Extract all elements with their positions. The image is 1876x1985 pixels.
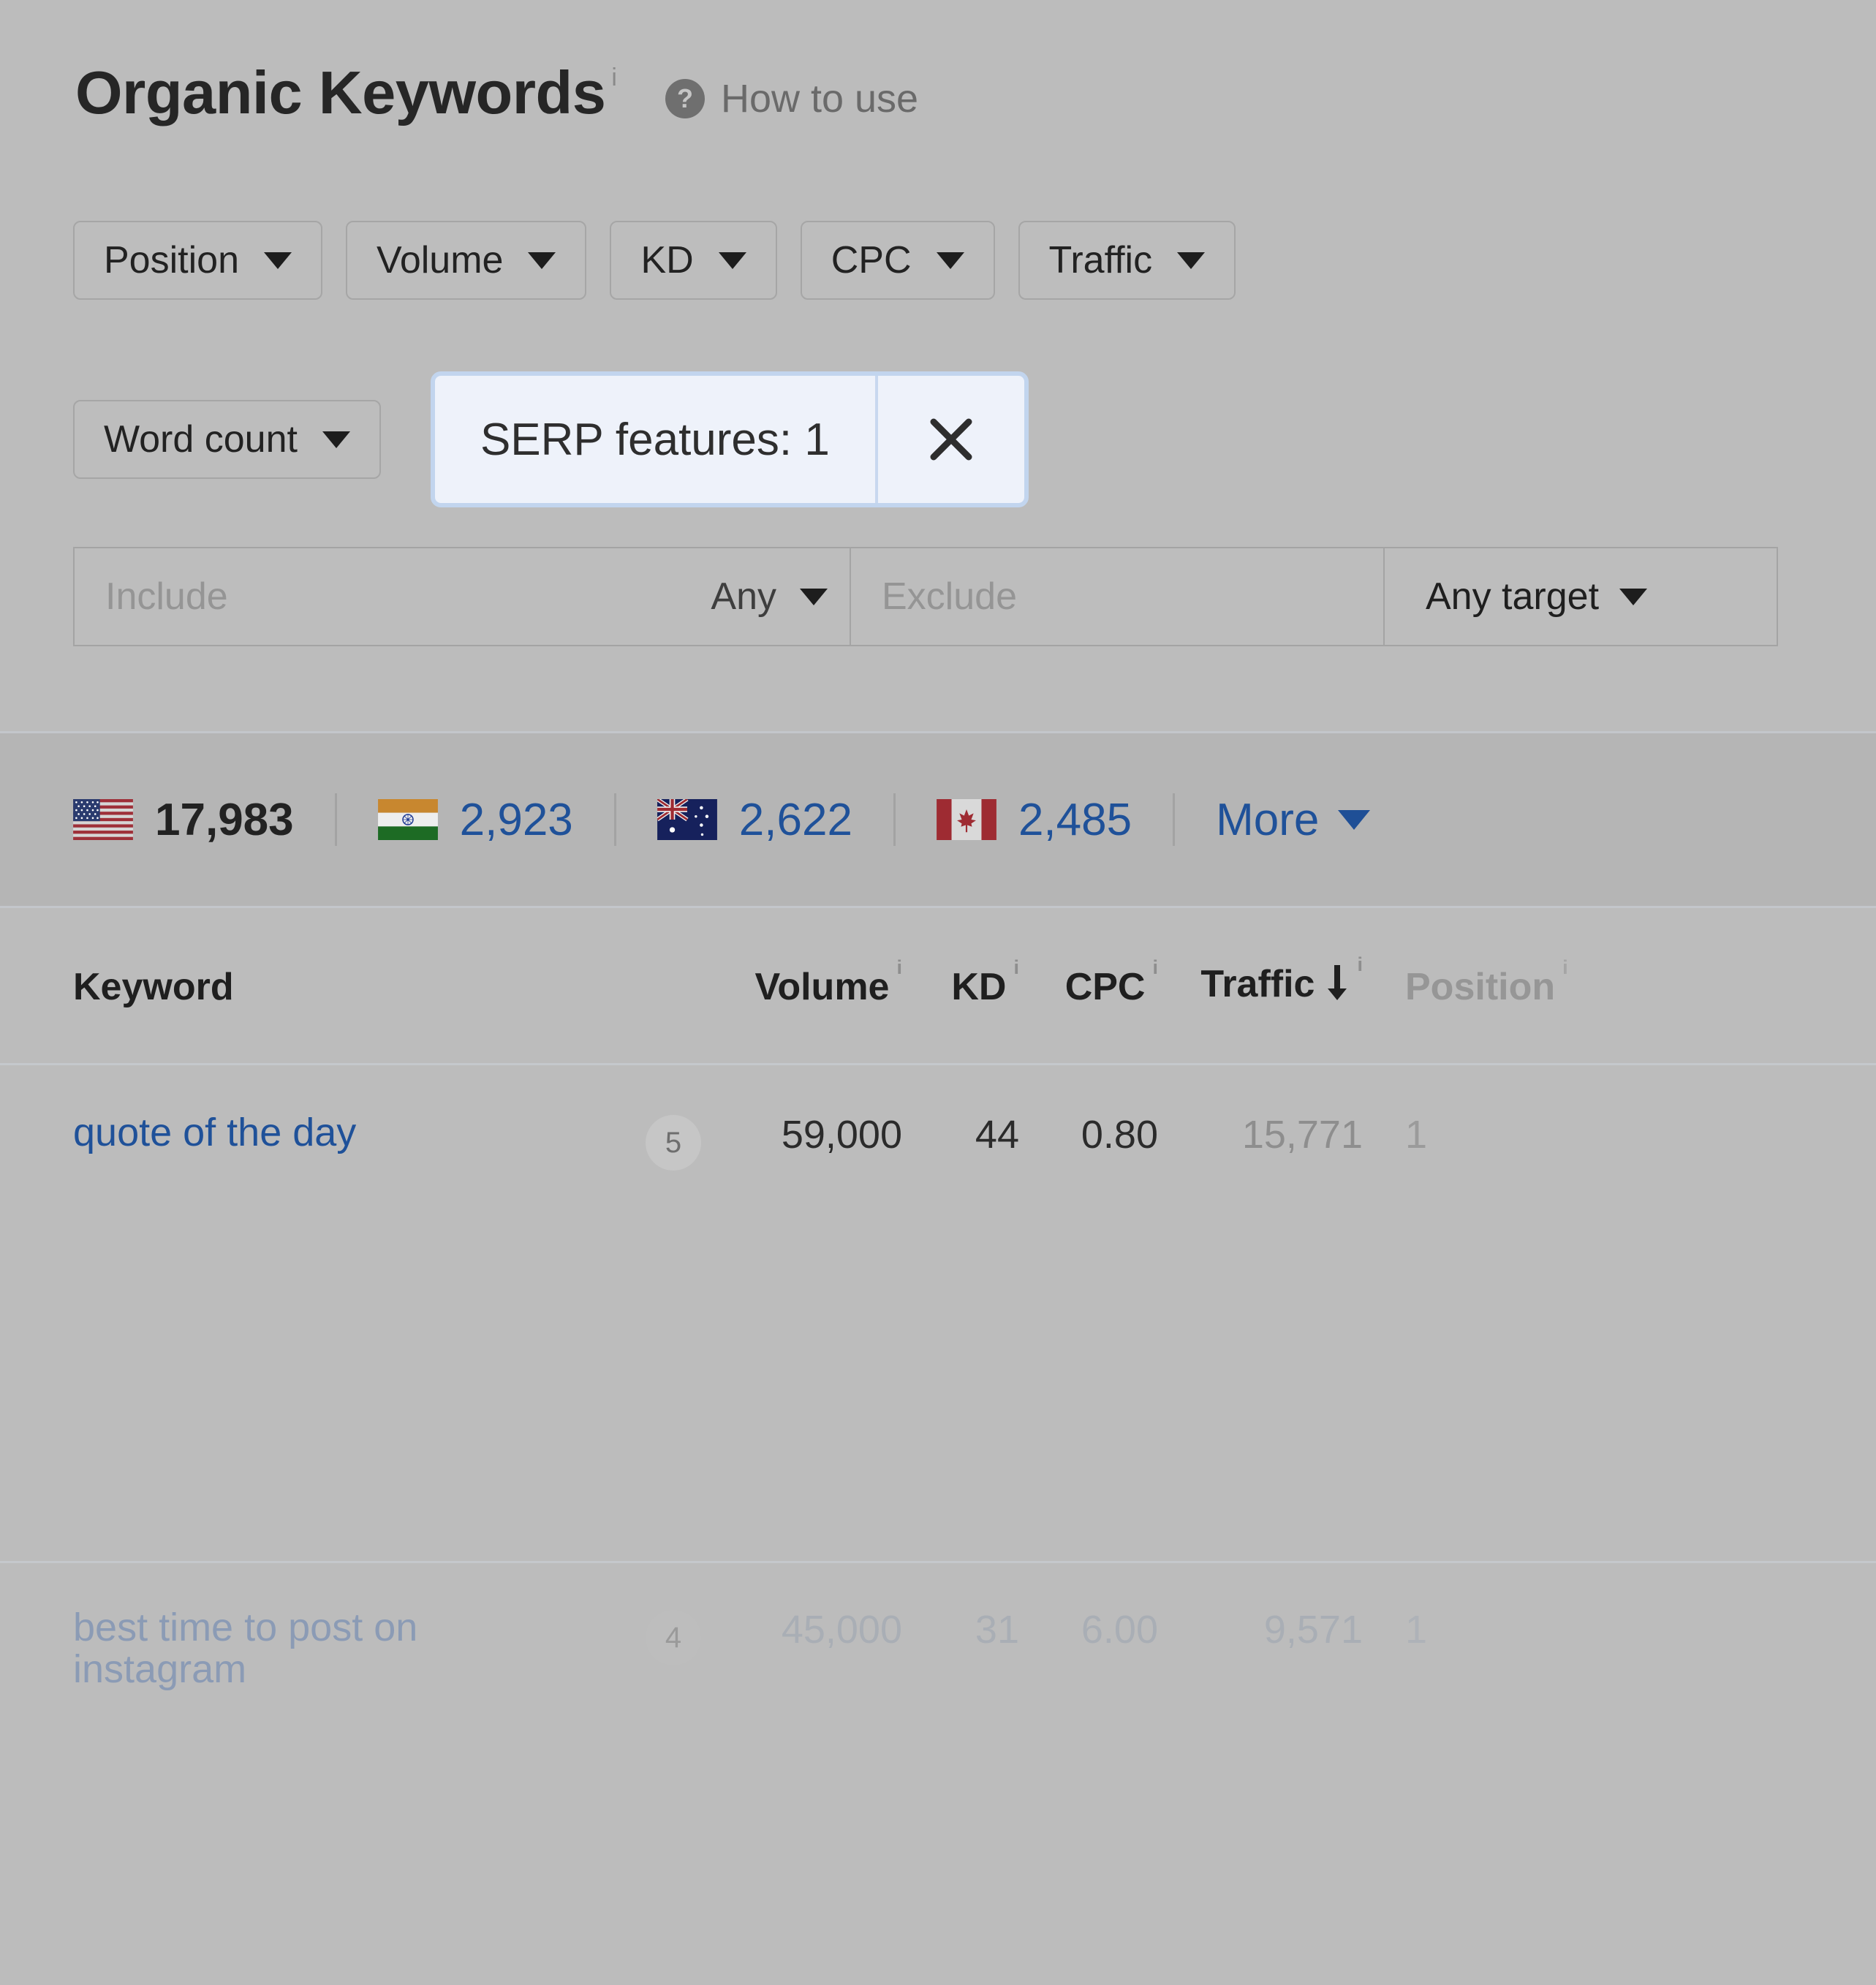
- column-header-traffic[interactable]: Traffic i: [1200, 953, 1363, 1013]
- us-flag: [73, 799, 133, 840]
- include-field-wrap[interactable]: Include Any: [75, 548, 851, 645]
- column-header-volume-label: Volume: [754, 965, 890, 1008]
- serp-features-count-badge[interactable]: 5: [646, 1115, 701, 1171]
- include-mode-label: Any: [711, 575, 776, 618]
- cell-cpc: 6.00: [1081, 1608, 1158, 1652]
- country-tab-ca[interactable]: 2,485: [937, 794, 1132, 846]
- filter-traffic-label: Traffic: [1048, 239, 1153, 281]
- keyword-link[interactable]: best time to post on instagram: [73, 1607, 453, 1690]
- cell-position: 1: [1405, 1113, 1428, 1157]
- filter-kd-label: KD: [640, 239, 694, 281]
- include-input-placeholder: Include: [105, 575, 228, 618]
- column-header-keyword[interactable]: Keyword: [73, 965, 234, 1009]
- ca-flag: [937, 799, 996, 840]
- chevron-down-icon: [1619, 588, 1648, 605]
- keywords-table: Keyword Volume i KD i CPC i Traffic i Po…: [0, 910, 1876, 1690]
- chevron-down-icon: [936, 252, 964, 269]
- filters-panel: Organic Keywords i ? How to use Position…: [0, 0, 1876, 731]
- country-count-in: 2,923: [459, 794, 573, 845]
- filter-cpc[interactable]: CPC: [800, 221, 995, 300]
- column-header-position[interactable]: Position i: [1405, 956, 1568, 1009]
- country-tab-us[interactable]: 17,983: [73, 794, 294, 846]
- cell-volume: 59,000: [781, 1113, 902, 1157]
- filter-word-count[interactable]: Word count: [73, 400, 381, 479]
- divider: [893, 793, 896, 846]
- country-count-au: 2,622: [738, 794, 852, 845]
- cell-traffic: 9,571: [1263, 1608, 1363, 1652]
- country-tab-au[interactable]: 2,622: [657, 794, 852, 846]
- in-flag: [377, 799, 438, 840]
- serp-features-label[interactable]: SERP features: 1: [435, 376, 878, 503]
- serp-features-chip: SERP features: 1: [430, 371, 1029, 507]
- chevron-down-icon: [264, 252, 292, 269]
- au-flag: [657, 799, 717, 840]
- serp-features-count-badge[interactable]: 4: [646, 1610, 701, 1665]
- page-header: Organic Keywords i ? How to use: [75, 62, 918, 127]
- divider: [1173, 793, 1176, 846]
- filter-volume-label: Volume: [377, 239, 504, 281]
- cell-volume: 45,000: [781, 1608, 902, 1652]
- info-icon[interactable]: i: [896, 956, 902, 979]
- country-count-ca: 2,485: [1018, 794, 1132, 845]
- question-mark-icon: ?: [665, 79, 705, 118]
- column-header-traffic-label: Traffic: [1200, 963, 1315, 1005]
- exclude-field-wrap[interactable]: Exclude: [851, 548, 1385, 645]
- arrow-down-icon: [1325, 964, 1350, 1013]
- include-exclude-bar: Include Any Exclude Any target: [73, 547, 1778, 646]
- keyword-link[interactable]: quote of the day: [73, 1112, 453, 1154]
- more-countries-label: More: [1216, 794, 1320, 845]
- include-mode-dropdown[interactable]: Any: [711, 575, 828, 619]
- chevron-down-icon: [800, 588, 828, 605]
- cell-kd: 44: [975, 1113, 1019, 1157]
- column-header-keyword-label: Keyword: [73, 965, 234, 1008]
- serp-features-remove-button[interactable]: [878, 376, 1024, 503]
- filter-position-label: Position: [104, 239, 239, 281]
- more-countries-button[interactable]: More: [1216, 794, 1371, 846]
- target-dropdown-label: Any target: [1426, 575, 1600, 618]
- row-divider: [0, 1561, 1876, 1563]
- close-icon: [930, 418, 972, 461]
- filter-row-secondary: Word count SERP features: 1: [73, 371, 1029, 507]
- chevron-down-icon: [718, 252, 746, 269]
- column-header-kd-label: KD: [951, 965, 1007, 1008]
- chevron-down-icon: [528, 252, 556, 269]
- page-title: Organic Keywords: [75, 58, 606, 126]
- filter-volume[interactable]: Volume: [346, 221, 587, 300]
- info-icon[interactable]: i: [1562, 956, 1568, 979]
- column-header-cpc[interactable]: CPC i: [1064, 956, 1158, 1009]
- column-header-volume[interactable]: Volume i: [754, 956, 902, 1009]
- how-to-use-label: How to use: [720, 77, 919, 121]
- target-dropdown[interactable]: Any target: [1385, 548, 1777, 645]
- country-tabs-bar: 17,983 2,923 2,622 2,485 More: [0, 731, 1876, 908]
- info-icon[interactable]: i: [1152, 956, 1158, 979]
- exclude-input-placeholder: Exclude: [882, 575, 1017, 618]
- cell-traffic: 15,771: [1241, 1113, 1363, 1157]
- cell-kd: 31: [975, 1608, 1019, 1652]
- info-icon[interactable]: i: [1357, 953, 1363, 976]
- how-to-use-link[interactable]: ? How to use: [665, 76, 918, 121]
- chevron-down-icon: [322, 431, 350, 448]
- chevron-down-icon: [1338, 809, 1371, 830]
- filter-row-primary: Position Volume KD CPC Traffic: [73, 221, 1236, 300]
- country-count-us: 17,983: [155, 794, 294, 845]
- divider: [613, 793, 616, 846]
- column-header-kd[interactable]: KD i: [951, 956, 1019, 1009]
- table-row[interactable]: best time to post on instagram 4 45,000 …: [0, 1560, 1876, 1690]
- cell-position: 1: [1405, 1608, 1428, 1652]
- filter-traffic[interactable]: Traffic: [1018, 221, 1236, 300]
- column-header-position-label: Position: [1405, 965, 1556, 1008]
- filter-cpc-label: CPC: [831, 239, 912, 281]
- chevron-down-icon: [1177, 252, 1206, 269]
- country-tab-in[interactable]: 2,923: [377, 794, 573, 846]
- table-header-row: Keyword Volume i KD i CPC i Traffic i Po…: [0, 910, 1876, 1065]
- filter-position[interactable]: Position: [73, 221, 322, 300]
- divider: [334, 793, 337, 846]
- info-icon[interactable]: i: [1013, 956, 1019, 979]
- column-header-cpc-label: CPC: [1064, 965, 1146, 1008]
- filter-kd[interactable]: KD: [610, 221, 777, 300]
- filter-word-count-label: Word count: [104, 418, 298, 461]
- info-icon[interactable]: i: [611, 64, 617, 92]
- cell-cpc: 0.80: [1081, 1113, 1158, 1157]
- table-row[interactable]: quote of the day 5 59,000 44 0.80 15,771…: [0, 1065, 1876, 1560]
